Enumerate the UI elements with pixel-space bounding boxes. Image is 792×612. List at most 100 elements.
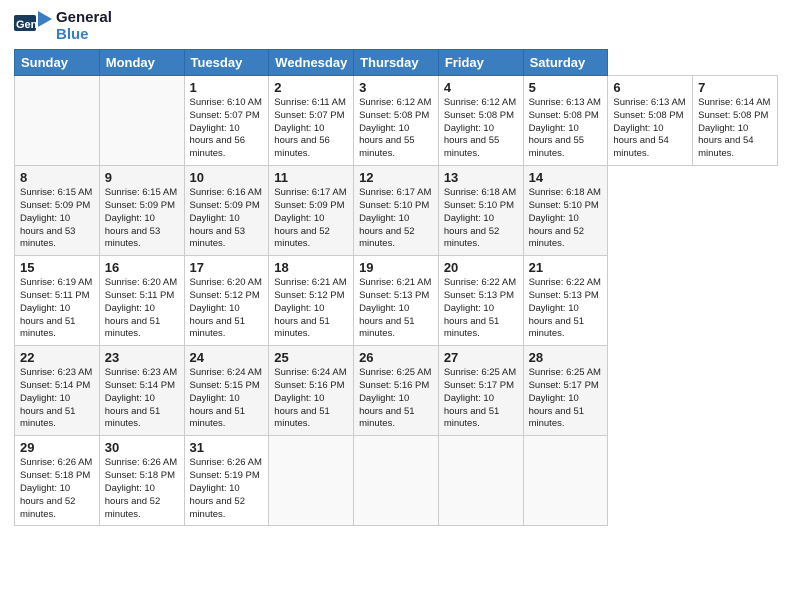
day-info: Sunrise: 6:24 AM Sunset: 5:15 PM Dayligh… xyxy=(190,367,264,431)
calendar-header-row: SundayMondayTuesdayWednesdayThursdayFrid… xyxy=(15,50,778,76)
day-number: 26 xyxy=(359,350,433,365)
calendar-cell xyxy=(15,76,100,166)
day-number: 22 xyxy=(20,350,94,365)
day-info: Sunrise: 6:22 AM Sunset: 5:13 PM Dayligh… xyxy=(529,277,603,341)
calendar-cell: 27 Sunrise: 6:25 AM Sunset: 5:17 PM Dayl… xyxy=(438,346,523,436)
logo: Gen General Blue xyxy=(14,10,112,43)
calendar-cell xyxy=(99,76,184,166)
day-number: 31 xyxy=(190,440,264,455)
day-info: Sunrise: 6:21 AM Sunset: 5:12 PM Dayligh… xyxy=(274,277,348,341)
calendar-cell: 22 Sunrise: 6:23 AM Sunset: 5:14 PM Dayl… xyxy=(15,346,100,436)
day-number: 11 xyxy=(274,170,348,185)
day-number: 14 xyxy=(529,170,603,185)
day-number: 16 xyxy=(105,260,179,275)
calendar-cell xyxy=(438,436,523,526)
calendar-cell: 7 Sunrise: 6:14 AM Sunset: 5:08 PM Dayli… xyxy=(693,76,778,166)
day-number: 8 xyxy=(20,170,94,185)
day-number: 2 xyxy=(274,80,348,95)
calendar-cell: 2 Sunrise: 6:11 AM Sunset: 5:07 PM Dayli… xyxy=(269,76,354,166)
day-info: Sunrise: 6:13 AM Sunset: 5:08 PM Dayligh… xyxy=(529,97,603,161)
logo-line2: Blue xyxy=(56,27,112,44)
day-number: 18 xyxy=(274,260,348,275)
day-info: Sunrise: 6:15 AM Sunset: 5:09 PM Dayligh… xyxy=(20,187,94,251)
day-info: Sunrise: 6:18 AM Sunset: 5:10 PM Dayligh… xyxy=(529,187,603,251)
calendar-cell: 26 Sunrise: 6:25 AM Sunset: 5:16 PM Dayl… xyxy=(354,346,439,436)
day-number: 6 xyxy=(613,80,687,95)
day-number: 24 xyxy=(190,350,264,365)
day-info: Sunrise: 6:20 AM Sunset: 5:12 PM Dayligh… xyxy=(190,277,264,341)
day-header-monday: Monday xyxy=(99,50,184,76)
calendar-cell: 5 Sunrise: 6:13 AM Sunset: 5:08 PM Dayli… xyxy=(523,76,608,166)
calendar-cell: 3 Sunrise: 6:12 AM Sunset: 5:08 PM Dayli… xyxy=(354,76,439,166)
calendar-cell: 30 Sunrise: 6:26 AM Sunset: 5:18 PM Dayl… xyxy=(99,436,184,526)
day-info: Sunrise: 6:23 AM Sunset: 5:14 PM Dayligh… xyxy=(20,367,94,431)
calendar-cell: 8 Sunrise: 6:15 AM Sunset: 5:09 PM Dayli… xyxy=(15,166,100,256)
page-container: Gen General Blue SundayMondayTuesdayWedn… xyxy=(0,0,792,536)
day-info: Sunrise: 6:25 AM Sunset: 5:16 PM Dayligh… xyxy=(359,367,433,431)
calendar-cell: 10 Sunrise: 6:16 AM Sunset: 5:09 PM Dayl… xyxy=(184,166,269,256)
calendar-cell: 20 Sunrise: 6:22 AM Sunset: 5:13 PM Dayl… xyxy=(438,256,523,346)
calendar-cell xyxy=(523,436,608,526)
day-info: Sunrise: 6:21 AM Sunset: 5:13 PM Dayligh… xyxy=(359,277,433,341)
day-info: Sunrise: 6:25 AM Sunset: 5:17 PM Dayligh… xyxy=(529,367,603,431)
logo-line1: General xyxy=(56,10,112,27)
calendar-cell: 19 Sunrise: 6:21 AM Sunset: 5:13 PM Dayl… xyxy=(354,256,439,346)
calendar-cell: 11 Sunrise: 6:17 AM Sunset: 5:09 PM Dayl… xyxy=(269,166,354,256)
day-number: 30 xyxy=(105,440,179,455)
day-header-tuesday: Tuesday xyxy=(184,50,269,76)
calendar-table: SundayMondayTuesdayWednesdayThursdayFrid… xyxy=(14,49,778,526)
day-info: Sunrise: 6:22 AM Sunset: 5:13 PM Dayligh… xyxy=(444,277,518,341)
calendar-cell: 9 Sunrise: 6:15 AM Sunset: 5:09 PM Dayli… xyxy=(99,166,184,256)
day-info: Sunrise: 6:24 AM Sunset: 5:16 PM Dayligh… xyxy=(274,367,348,431)
day-number: 28 xyxy=(529,350,603,365)
header: Gen General Blue xyxy=(14,10,778,43)
day-header-wednesday: Wednesday xyxy=(269,50,354,76)
calendar-cell: 12 Sunrise: 6:17 AM Sunset: 5:10 PM Dayl… xyxy=(354,166,439,256)
day-info: Sunrise: 6:20 AM Sunset: 5:11 PM Dayligh… xyxy=(105,277,179,341)
day-info: Sunrise: 6:17 AM Sunset: 5:10 PM Dayligh… xyxy=(359,187,433,251)
calendar-week-2: 8 Sunrise: 6:15 AM Sunset: 5:09 PM Dayli… xyxy=(15,166,778,256)
day-header-saturday: Saturday xyxy=(523,50,608,76)
calendar-cell: 31 Sunrise: 6:26 AM Sunset: 5:19 PM Dayl… xyxy=(184,436,269,526)
calendar-cell xyxy=(354,436,439,526)
day-info: Sunrise: 6:25 AM Sunset: 5:17 PM Dayligh… xyxy=(444,367,518,431)
day-info: Sunrise: 6:26 AM Sunset: 5:18 PM Dayligh… xyxy=(105,457,179,521)
calendar-cell: 14 Sunrise: 6:18 AM Sunset: 5:10 PM Dayl… xyxy=(523,166,608,256)
day-number: 10 xyxy=(190,170,264,185)
day-info: Sunrise: 6:17 AM Sunset: 5:09 PM Dayligh… xyxy=(274,187,348,251)
day-number: 27 xyxy=(444,350,518,365)
day-number: 21 xyxy=(529,260,603,275)
day-info: Sunrise: 6:18 AM Sunset: 5:10 PM Dayligh… xyxy=(444,187,518,251)
day-info: Sunrise: 6:14 AM Sunset: 5:08 PM Dayligh… xyxy=(698,97,772,161)
calendar-cell: 13 Sunrise: 6:18 AM Sunset: 5:10 PM Dayl… xyxy=(438,166,523,256)
calendar-cell xyxy=(269,436,354,526)
day-number: 13 xyxy=(444,170,518,185)
calendar-cell: 15 Sunrise: 6:19 AM Sunset: 5:11 PM Dayl… xyxy=(15,256,100,346)
calendar-week-5: 29 Sunrise: 6:26 AM Sunset: 5:18 PM Dayl… xyxy=(15,436,778,526)
day-header-sunday: Sunday xyxy=(15,50,100,76)
day-info: Sunrise: 6:11 AM Sunset: 5:07 PM Dayligh… xyxy=(274,97,348,161)
day-number: 3 xyxy=(359,80,433,95)
calendar-cell: 23 Sunrise: 6:23 AM Sunset: 5:14 PM Dayl… xyxy=(99,346,184,436)
day-number: 5 xyxy=(529,80,603,95)
day-number: 19 xyxy=(359,260,433,275)
day-info: Sunrise: 6:15 AM Sunset: 5:09 PM Dayligh… xyxy=(105,187,179,251)
svg-text:Gen: Gen xyxy=(16,19,38,31)
day-number: 29 xyxy=(20,440,94,455)
calendar-cell: 16 Sunrise: 6:20 AM Sunset: 5:11 PM Dayl… xyxy=(99,256,184,346)
calendar-week-1: 1 Sunrise: 6:10 AM Sunset: 5:07 PM Dayli… xyxy=(15,76,778,166)
day-number: 25 xyxy=(274,350,348,365)
day-header-friday: Friday xyxy=(438,50,523,76)
day-info: Sunrise: 6:16 AM Sunset: 5:09 PM Dayligh… xyxy=(190,187,264,251)
calendar-cell: 4 Sunrise: 6:12 AM Sunset: 5:08 PM Dayli… xyxy=(438,76,523,166)
calendar-cell: 17 Sunrise: 6:20 AM Sunset: 5:12 PM Dayl… xyxy=(184,256,269,346)
day-number: 4 xyxy=(444,80,518,95)
calendar-cell: 1 Sunrise: 6:10 AM Sunset: 5:07 PM Dayli… xyxy=(184,76,269,166)
calendar-cell: 25 Sunrise: 6:24 AM Sunset: 5:16 PM Dayl… xyxy=(269,346,354,436)
day-number: 20 xyxy=(444,260,518,275)
logo-icon: Gen xyxy=(14,11,52,43)
day-info: Sunrise: 6:26 AM Sunset: 5:18 PM Dayligh… xyxy=(20,457,94,521)
calendar-cell: 18 Sunrise: 6:21 AM Sunset: 5:12 PM Dayl… xyxy=(269,256,354,346)
calendar-cell: 21 Sunrise: 6:22 AM Sunset: 5:13 PM Dayl… xyxy=(523,256,608,346)
day-number: 7 xyxy=(698,80,772,95)
